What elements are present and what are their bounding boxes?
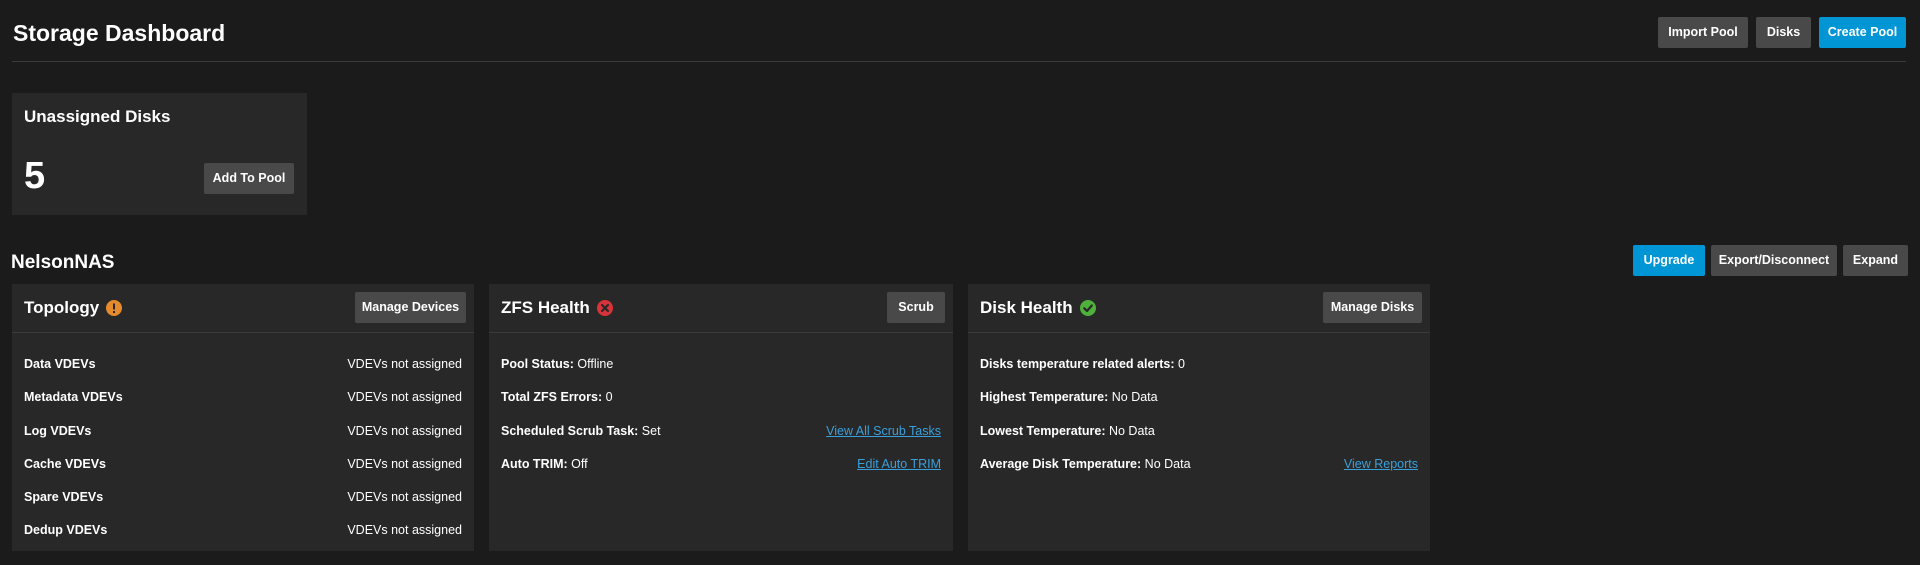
row-label: Disks temperature related alerts: [980,357,1175,371]
list-item: Scheduled Scrub Task: Set View All Scrub … [501,421,941,441]
list-item: Total ZFS Errors: 0 [501,387,941,407]
list-item: Spare VDEVs VDEVs not assigned [24,487,462,507]
page-title: Storage Dashboard [13,20,226,46]
view-reports-link[interactable]: View Reports [1344,457,1418,471]
expand-button[interactable]: Expand [1843,245,1908,276]
pool-name: NelsonNAS [11,252,115,273]
row-value: VDEVs not assigned [347,424,462,438]
list-item: Metadata VDEVs VDEVs not assigned [24,387,462,407]
create-pool-button[interactable]: Create Pool [1819,17,1906,48]
list-item: Average Disk Temperature: No Data View Re… [980,454,1418,474]
unassigned-disks-count: 5 [24,155,46,197]
manage-devices-button[interactable]: Manage Devices [355,292,466,323]
zfs-health-title: ZFS Health [501,298,613,318]
row-content: Auto TRIM: Off [501,457,588,471]
row-content: Disks temperature related alerts: 0 [980,357,1185,371]
row-label: Cache VDEVs [24,457,106,471]
row-value: 0 [1178,357,1185,371]
list-item: Highest Temperature: No Data [980,387,1418,407]
row-content: Scheduled Scrub Task: Set [501,424,661,438]
disk-health-card: Disk Health Manage Disks Disks temperatu… [968,284,1430,551]
list-item: Pool Status: Offline [501,354,941,374]
disk-health-title-label: Disk Health [980,298,1073,317]
row-label: Average Disk Temperature: [980,457,1142,471]
unassigned-disks-card: Unassigned Disks 5 Add To Pool [12,93,307,215]
row-label: Total ZFS Errors: [501,390,603,404]
topology-title-label: Topology [24,298,100,317]
check-icon [1079,300,1096,316]
row-value: No Data [1111,390,1158,404]
row-label: Lowest Temperature: [980,424,1106,438]
row-label: Metadata VDEVs [24,390,123,404]
view-all-scrub-tasks-link[interactable]: View All Scrub Tasks [826,424,941,438]
list-item: Auto TRIM: Off Edit Auto TRIM [501,454,941,474]
card-divider [12,332,474,333]
list-item: Data VDEVs VDEVs not assigned [24,354,462,374]
export-disconnect-button[interactable]: Export/Disconnect [1711,245,1837,276]
header-divider [12,61,1906,62]
list-item: Disks temperature related alerts: 0 [980,354,1418,374]
topology-card: Topology Manage Devices Data VDEVs VDEVs … [12,284,474,551]
row-content: Pool Status: Offline [501,357,613,371]
row-value: No Data [1144,457,1191,471]
row-label: Scheduled Scrub Task: [501,424,639,438]
row-label: Highest Temperature: [980,390,1109,404]
row-content: Total ZFS Errors: 0 [501,390,613,404]
row-value: Set [641,424,661,438]
row-label: Spare VDEVs [24,490,104,504]
row-value: VDEVs not assigned [347,523,462,537]
row-value: VDEVs not assigned [347,457,462,471]
row-value: 0 [605,390,613,404]
disks-button[interactable]: Disks [1756,17,1811,48]
warning-icon [106,300,123,316]
list-item: Lowest Temperature: No Data [980,421,1418,441]
row-content: Average Disk Temperature: No Data [980,457,1191,471]
row-value: VDEVs not assigned [347,490,462,504]
upgrade-button[interactable]: Upgrade [1633,245,1705,276]
row-value: Offline [577,357,614,371]
list-item: Log VDEVs VDEVs not assigned [24,421,462,441]
card-divider [489,332,953,333]
card-divider [968,332,1430,333]
row-value: VDEVs not assigned [347,390,462,404]
topology-title: Topology [24,298,123,318]
row-value: VDEVs not assigned [347,357,462,371]
row-label: Dedup VDEVs [24,523,108,537]
zfs-health-card: ZFS Health Scrub Pool Status: Offline To… [489,284,953,551]
manage-disks-button[interactable]: Manage Disks [1323,292,1422,323]
import-pool-button[interactable]: Import Pool [1658,17,1748,48]
row-value: Off [571,457,588,471]
disk-health-title: Disk Health [980,298,1096,318]
row-label: Pool Status: [501,357,574,371]
row-value: No Data [1108,424,1155,438]
row-label: Log VDEVs [24,424,92,438]
row-label: Auto TRIM: [501,457,568,471]
unassigned-disks-title: Unassigned Disks [24,107,171,126]
list-item: Cache VDEVs VDEVs not assigned [24,454,462,474]
row-content: Highest Temperature: No Data [980,390,1158,404]
edit-auto-trim-link[interactable]: Edit Auto TRIM [857,457,941,471]
row-label: Data VDEVs [24,357,96,371]
list-item: Dedup VDEVs VDEVs not assigned [24,520,462,540]
error-icon [596,300,613,316]
add-to-pool-button[interactable]: Add To Pool [204,163,294,194]
scrub-button[interactable]: Scrub [887,292,945,323]
zfs-health-title-label: ZFS Health [501,298,590,317]
row-content: Lowest Temperature: No Data [980,424,1155,438]
